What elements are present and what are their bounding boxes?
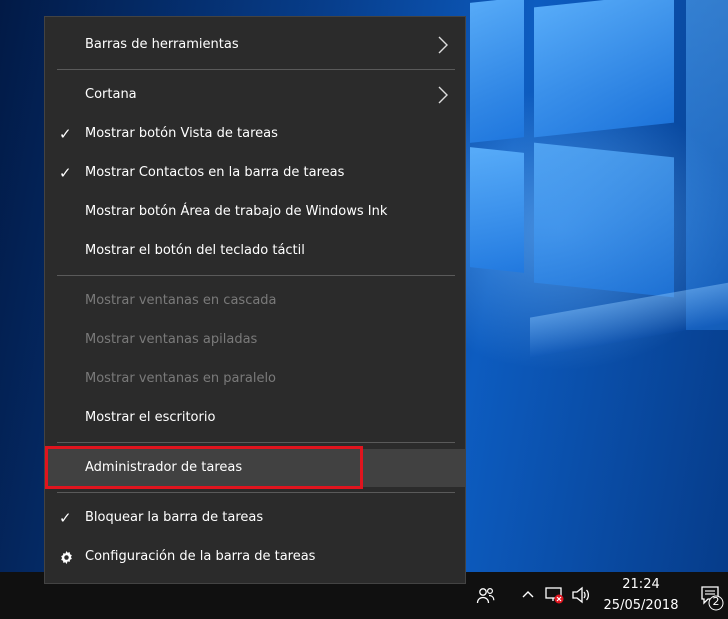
menu-item-cascade: Mostrar ventanas en cascada	[85, 293, 277, 308]
menu-item-task-view[interactable]: ✓ Mostrar botón Vista de tareas	[45, 115, 465, 153]
chevron-up-icon[interactable]	[520, 587, 536, 607]
gear-icon	[59, 538, 74, 579]
menu-separator	[57, 492, 455, 493]
menu-item-contacts[interactable]: ✓ Mostrar Contactos en la barra de tarea…	[45, 154, 465, 192]
notification-count: 2	[712, 595, 720, 608]
menu-item-cortana[interactable]: Cortana	[45, 76, 465, 114]
check-icon: ✓	[59, 164, 72, 182]
people-icon[interactable]	[476, 586, 496, 610]
network-error-icon[interactable]	[544, 585, 566, 609]
menu-item-stacked: Mostrar ventanas apiladas	[85, 332, 258, 347]
menu-separator	[57, 69, 455, 70]
menu-item-windows-ink[interactable]: Mostrar botón Área de trabajo de Windows…	[45, 193, 465, 231]
menu-item-touch-keyboard[interactable]: Mostrar el botón del teclado táctil	[45, 232, 465, 270]
clock-time: 21:24	[622, 577, 660, 592]
menu-item-lock-taskbar[interactable]: ✓ Bloquear la barra de tareas	[45, 499, 465, 537]
highlight-box	[45, 446, 363, 489]
action-center-icon[interactable]: 2	[700, 584, 726, 618]
taskbar-context-menu: Barras de herramientas Cortana ✓ Mostrar…	[44, 16, 466, 584]
menu-item-toolbars[interactable]: Barras de herramientas	[45, 26, 465, 64]
volume-icon[interactable]	[570, 585, 592, 609]
check-icon: ✓	[59, 509, 72, 527]
menu-item-side-by-side: Mostrar ventanas en paralelo	[85, 371, 277, 386]
clock-date: 25/05/2018	[603, 598, 679, 613]
check-icon: ✓	[59, 125, 72, 143]
menu-separator	[57, 275, 455, 276]
chevron-right-icon	[438, 86, 448, 104]
chevron-right-icon	[438, 36, 448, 54]
menu-item-taskbar-settings[interactable]: Configuración de la barra de tareas	[45, 538, 465, 576]
taskbar-clock[interactable]: 21:24 25/05/2018	[596, 574, 686, 616]
menu-separator	[57, 442, 455, 443]
menu-item-show-desktop[interactable]: Mostrar el escritorio	[45, 399, 465, 437]
